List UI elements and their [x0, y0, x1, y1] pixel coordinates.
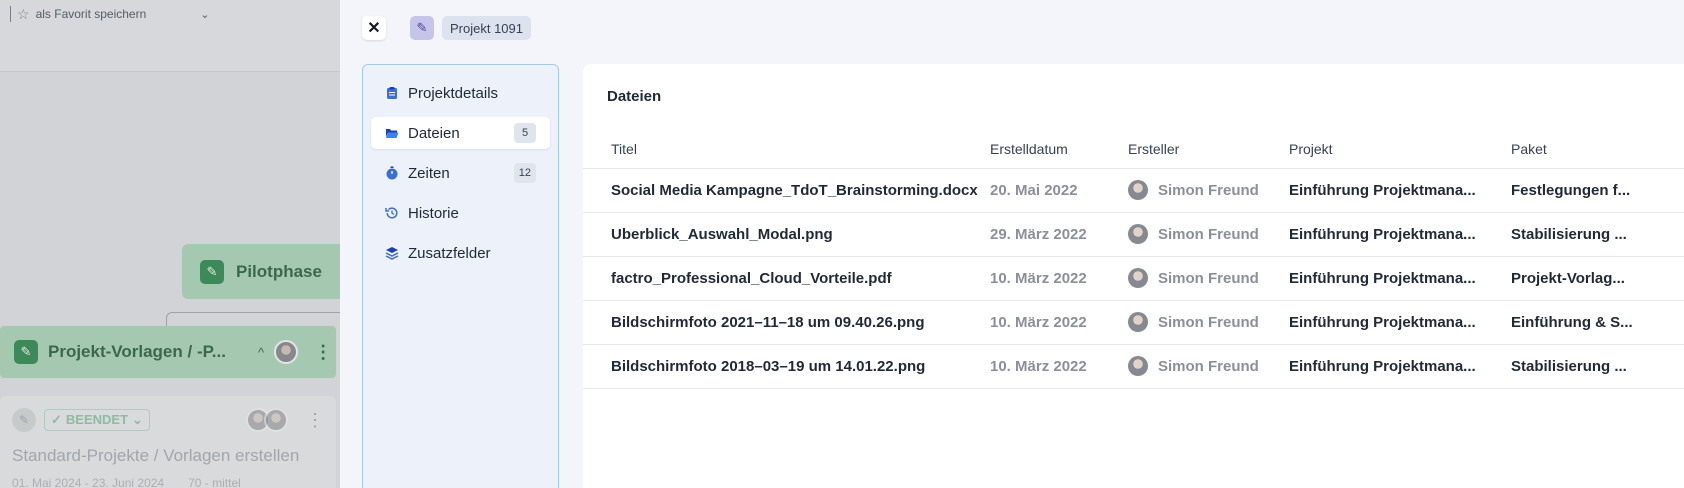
file-creator-cell: Simon Freund	[1128, 167, 1289, 212]
column-header-title[interactable]: Titel	[583, 130, 990, 168]
modal-sidebar: Projektdetails Dateien 5 Zeiten 12 Histo…	[362, 64, 559, 488]
table-row[interactable]: factro_Professional_Cloud_Vorteile.pdf 10…	[583, 255, 1684, 300]
table-row[interactable]: Uberblick_Auswahl_Modal.png 29. März 2022…	[583, 211, 1684, 256]
table-row[interactable]: Bildschirmfoto 2021–11–18 um 09.40.26.pn…	[583, 299, 1684, 344]
edit-project-button[interactable]: ✎	[410, 16, 434, 40]
nav-label: Dateien	[408, 124, 460, 142]
file-date: 10. März 2022	[990, 299, 1128, 344]
table-row[interactable]: Social Media Kampagne_TdoT_Brainstorming…	[583, 167, 1684, 212]
file-date: 10. März 2022	[990, 343, 1128, 389]
file-package: Einführung & S...	[1511, 299, 1684, 344]
files-panel: Dateien Titel Erstelldatum Ersteller Pro…	[583, 64, 1684, 488]
file-package: Stabilisierung ...	[1511, 211, 1684, 256]
file-title[interactable]: Bildschirmfoto 2021–11–18 um 09.40.26.pn…	[583, 299, 990, 344]
nav-label: Historie	[408, 204, 459, 222]
files-table: Titel Erstelldatum Ersteller Projekt Pak…	[583, 130, 1684, 389]
column-header-package[interactable]: Paket	[1511, 130, 1684, 168]
file-package: Projekt-Vorlag...	[1511, 255, 1684, 300]
file-date: 10. März 2022	[990, 255, 1128, 300]
file-creator-cell: Simon Freund	[1128, 299, 1289, 344]
file-project: Einführung Projektmana...	[1289, 255, 1511, 300]
clipboard-icon	[385, 86, 399, 100]
file-title[interactable]: factro_Professional_Cloud_Vorteile.pdf	[583, 255, 990, 300]
close-button[interactable]: ✕	[362, 16, 386, 40]
file-package: Stabilisierung ...	[1511, 343, 1684, 389]
file-creator: Simon Freund	[1158, 357, 1259, 375]
nav-item-zusatzfelder[interactable]: Zusatzfelder	[371, 237, 550, 269]
section-title: Dateien	[607, 88, 662, 105]
layers-icon	[385, 246, 399, 260]
avatar	[1128, 180, 1148, 200]
nav-label: Zeiten	[408, 164, 450, 182]
file-creator: Simon Freund	[1158, 313, 1259, 331]
file-project: Einführung Projektmana...	[1289, 343, 1511, 389]
count-badge: 12	[513, 163, 536, 183]
project-modal: ✕ ✎ Projekt 1091 Projektdetails Dateien …	[340, 0, 1684, 488]
nav-item-historie[interactable]: Historie	[371, 197, 550, 229]
file-package: Festlegungen f...	[1511, 167, 1684, 212]
file-title[interactable]: Uberblick_Auswahl_Modal.png	[583, 211, 990, 256]
avatar	[1128, 268, 1148, 288]
file-creator: Simon Freund	[1158, 269, 1259, 287]
history-icon	[385, 206, 399, 220]
avatar	[1128, 356, 1148, 376]
avatar	[1128, 312, 1148, 332]
folder-open-icon	[385, 126, 399, 140]
close-icon: ✕	[367, 20, 381, 37]
file-project: Einführung Projektmana...	[1289, 299, 1511, 344]
modal-backdrop[interactable]	[0, 0, 340, 488]
table-header-row: Titel Erstelldatum Ersteller Projekt Pak…	[583, 130, 1684, 168]
file-date: 29. März 2022	[990, 211, 1128, 256]
file-creator-cell: Simon Freund	[1128, 211, 1289, 256]
file-project: Einführung Projektmana...	[1289, 211, 1511, 256]
pencil-icon: ✎	[416, 20, 428, 35]
count-badge: 5	[514, 123, 536, 143]
nav-label: Projektdetails	[408, 84, 499, 102]
nav-item-zeiten[interactable]: Zeiten 12	[371, 157, 550, 189]
nav-item-dateien[interactable]: Dateien 5	[371, 117, 550, 149]
file-date: 20. Mai 2022	[990, 167, 1128, 212]
file-project: Einführung Projektmana...	[1289, 167, 1511, 212]
nav-label: Zusatzfelder	[408, 244, 491, 262]
nav-item-projektdetails[interactable]: Projektdetails	[371, 77, 550, 109]
file-creator: Simon Freund	[1158, 225, 1259, 243]
file-creator: Simon Freund	[1158, 181, 1259, 199]
avatar	[1128, 224, 1148, 244]
file-title[interactable]: Social Media Kampagne_TdoT_Brainstorming…	[583, 167, 990, 212]
column-header-created[interactable]: Erstelldatum	[990, 130, 1128, 168]
table-row[interactable]: Bildschirmfoto 2018–03–19 um 14.01.22.pn…	[583, 343, 1684, 389]
background-board: ☆ als Favorit speichern ⌄ ✎ Pilotphase ✎…	[0, 0, 340, 488]
project-badge: Projekt 1091	[442, 16, 531, 40]
file-title[interactable]: Bildschirmfoto 2018–03–19 um 14.01.22.pn…	[583, 343, 990, 389]
file-creator-cell: Simon Freund	[1128, 343, 1289, 389]
column-header-project[interactable]: Projekt	[1289, 130, 1511, 168]
stopwatch-icon	[385, 166, 399, 180]
file-creator-cell: Simon Freund	[1128, 255, 1289, 300]
column-header-creator[interactable]: Ersteller	[1128, 130, 1289, 168]
